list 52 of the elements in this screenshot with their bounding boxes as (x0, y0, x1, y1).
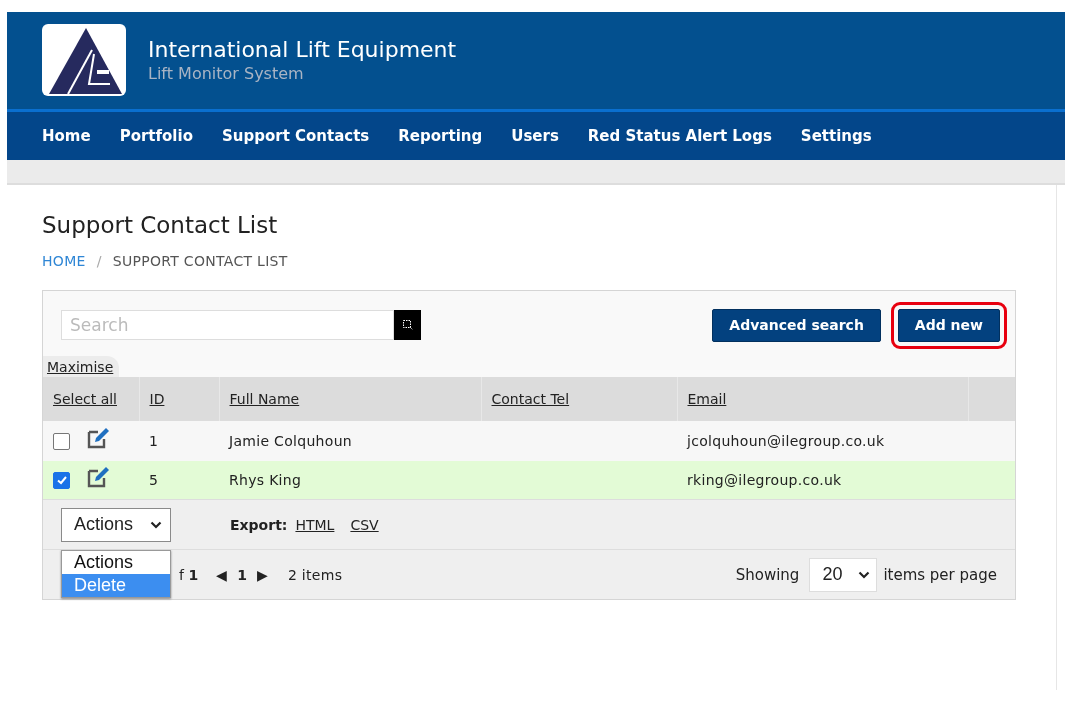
actions-dropdown[interactable]: Actions (61, 507, 171, 542)
search-button[interactable] (394, 310, 421, 340)
chevron-icon (858, 570, 871, 579)
table-cell: Rhys King (219, 461, 481, 499)
export-link[interactable]: HTML (295, 516, 335, 533)
table-cell: Jamie Colquhoun (219, 421, 481, 461)
breadcrumb-separator: / (96, 253, 102, 269)
app-subtitle: Lift Monitor System (148, 64, 305, 84)
row-checkbox[interactable] (53, 432, 70, 450)
check-icon (55, 474, 68, 486)
edit-icon[interactable] (86, 426, 110, 450)
page-size-dropdown[interactable]: 20 (809, 557, 878, 592)
table-cell: 5 (139, 461, 219, 499)
chevron-icon (150, 520, 162, 529)
app-title: International Lift Equipment (148, 36, 457, 64)
table-cell: rking@ilegroup.co.uk (677, 461, 968, 499)
per-page-label: items per page (883, 565, 997, 584)
table-cell: jcolquhoun@ilegroup.co.uk (677, 421, 968, 461)
page-info: f 1 (179, 566, 199, 583)
nav-link[interactable]: Home (42, 127, 91, 145)
nav-link[interactable]: Portfolio (119, 127, 193, 145)
column-header[interactable]: Email (677, 377, 968, 421)
table-cell: 1 (139, 421, 219, 461)
logo-icon (42, 24, 126, 96)
edit-icon[interactable] (86, 465, 110, 489)
breadcrumb-link[interactable]: HOME (42, 253, 86, 269)
nav-link[interactable]: Support Contacts (221, 127, 370, 145)
column-header[interactable]: Select all (43, 377, 139, 421)
export-link[interactable]: CSV (350, 516, 379, 533)
dropdown-option[interactable]: Actions (62, 550, 170, 574)
search-icon (401, 319, 414, 331)
advanced-search-button[interactable]: Advanced search (712, 308, 881, 342)
column-header[interactable]: ID (139, 377, 219, 421)
add-new-button[interactable]: Add new (897, 308, 1000, 342)
search-field[interactable]: Search (61, 310, 394, 340)
column-header[interactable]: Contact Tel (481, 377, 677, 421)
table-row[interactable]: 1 Jamie Colquhoun jcolquhoun@ilegroup.co.uk (43, 421, 1015, 461)
export-label: Export: (230, 516, 288, 533)
previous-page-button[interactable]: ◀ (216, 566, 228, 583)
column-header[interactable]: Full Name (219, 377, 481, 421)
nav-link[interactable]: Reporting (398, 127, 483, 145)
item-count: 2 items (287, 566, 343, 583)
page-number[interactable]: 1 (237, 566, 247, 583)
breadcrumb-current: SUPPORT CONTACT LIST (112, 253, 288, 269)
maximise-tab[interactable]: Maximise (43, 356, 120, 377)
nav-link[interactable]: Settings (800, 127, 872, 145)
next-page-button[interactable]: ▶ (256, 566, 268, 583)
nav-link[interactable]: Red Status Alert Logs (587, 127, 772, 145)
page-title: Support Contact List (42, 211, 279, 240)
nav-link[interactable]: Users (511, 127, 559, 145)
showing-label: Showing (735, 565, 800, 584)
row-checkbox[interactable] (53, 471, 70, 489)
